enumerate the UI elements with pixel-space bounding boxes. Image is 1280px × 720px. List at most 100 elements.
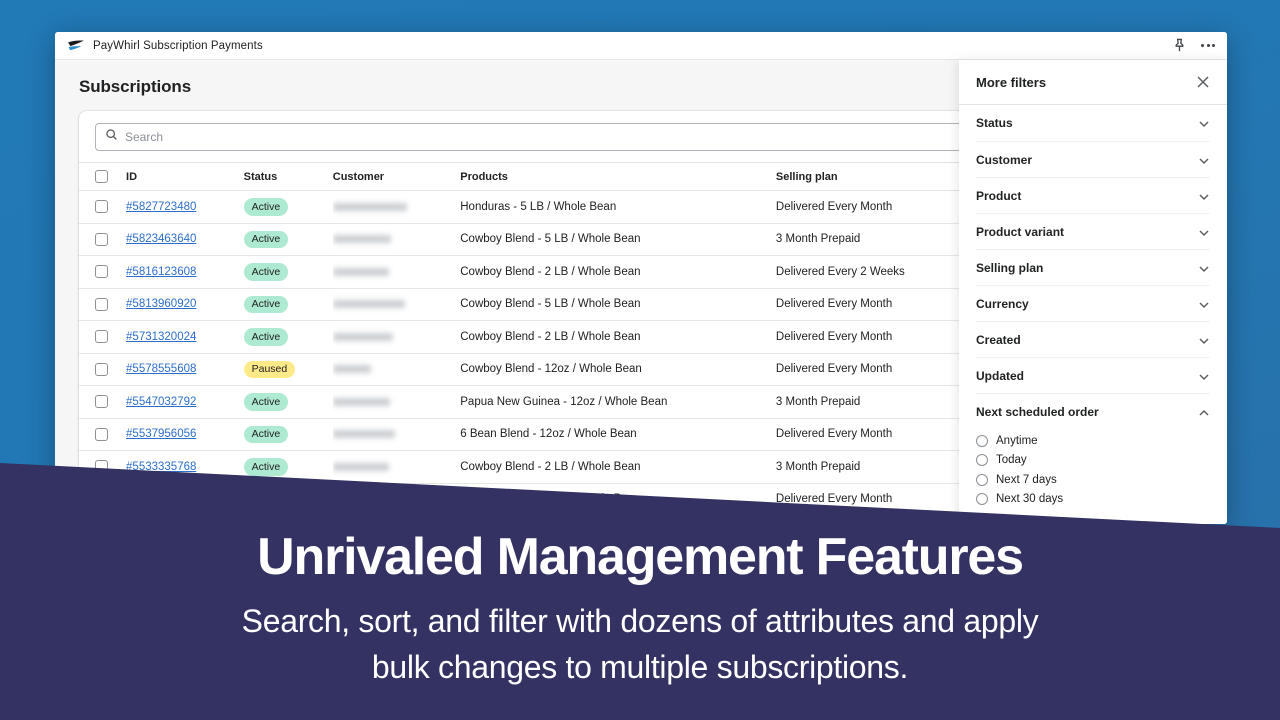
cell-id: #5578555608 [126, 353, 244, 386]
close-icon[interactable] [1196, 75, 1210, 89]
banner-subline-2: bulk changes to multiple subscriptions. [371, 648, 909, 685]
row-checkbox[interactable] [95, 297, 108, 311]
cell-products: Cowboy Blend - 12oz / Whole Bean [460, 353, 776, 386]
filter-section-label: Next scheduled order [976, 404, 1099, 419]
status-badge: Active [243, 230, 289, 248]
cell-status: Active [243, 385, 333, 419]
paywhirl-swoosh-logo-icon [67, 39, 85, 53]
status-badge: Active [243, 393, 289, 411]
cell-id: #5813960920 [126, 288, 244, 321]
radio-option-anytime[interactable]: Anytime [976, 431, 1210, 451]
row-checkbox[interactable] [95, 200, 108, 214]
cell-status: Active [243, 190, 333, 224]
chevron-down-icon [1198, 190, 1210, 202]
row-select-cell [79, 353, 127, 386]
column-header-status[interactable]: Status [243, 162, 333, 191]
row-checkbox[interactable] [95, 265, 108, 279]
radio-button[interactable] [976, 434, 988, 447]
radio-option-next-30-days[interactable]: Next 30 days [976, 490, 1210, 510]
subscription-id-link[interactable]: #5547032792 [126, 396, 196, 408]
subscription-id-link[interactable]: #5827723480 [126, 201, 196, 213]
subscription-id-link[interactable]: #5731320024 [126, 331, 196, 343]
search-input[interactable] [125, 130, 970, 144]
status-badge: Active [243, 328, 289, 346]
cell-customer [332, 190, 461, 224]
radio-option-label: Next 7 days [996, 473, 1057, 486]
row-checkbox[interactable] [95, 427, 108, 441]
row-checkbox[interactable] [95, 232, 108, 246]
cell-products: Honduras - 5 LB / Whole Bean [460, 190, 776, 224]
filter-section-product[interactable]: Product [976, 177, 1210, 213]
cell-products: Cowboy Blend - 2 LB / Whole Bean [460, 450, 776, 484]
subscription-id-link[interactable]: #5816123608 [126, 266, 196, 278]
radio-button[interactable] [976, 493, 988, 506]
filter-section-label: Customer [976, 152, 1033, 167]
drawer-title: More filters [976, 74, 1047, 90]
cell-customer [332, 255, 461, 289]
customer-name-redacted [332, 462, 389, 471]
filter-section-status[interactable]: Status [976, 105, 1210, 141]
drawer-header: More filters [959, 60, 1227, 105]
window-title-actions [1172, 38, 1215, 53]
next-scheduled-order-options: Anytime Today Next 7 days Next 30 days [976, 431, 1210, 509]
column-header-id[interactable]: ID [126, 162, 244, 191]
search-icon [105, 128, 118, 146]
radio-option-label: Anytime [996, 434, 1038, 447]
filter-section-customer[interactable]: Customer [976, 141, 1210, 177]
status-badge: Active [243, 263, 289, 281]
subscription-id-link[interactable]: #5823463640 [126, 233, 196, 245]
search-field[interactable] [95, 123, 980, 151]
customer-name-redacted [332, 267, 389, 276]
filter-section-selling-plan[interactable]: Selling plan [976, 249, 1210, 285]
cell-id: #5731320024 [126, 320, 244, 354]
cell-status: Active [243, 320, 333, 354]
radio-option-label: Today [996, 454, 1027, 467]
banner-subline-1: Search, sort, and filter with dozens of … [241, 603, 1039, 640]
column-header-customer[interactable]: Customer [332, 162, 461, 191]
banner-headline: Unrivaled Management Features [257, 528, 1024, 587]
cell-customer [332, 450, 461, 484]
cell-customer [332, 320, 461, 354]
filter-section-product-variant[interactable]: Product variant [976, 213, 1210, 249]
subscription-id-link[interactable]: #5578555608 [126, 363, 196, 375]
cell-id: #5547032792 [126, 385, 244, 419]
drawer-sections: Status Customer Product Product variant Sell… [959, 105, 1227, 509]
more-options-icon[interactable] [1201, 44, 1215, 47]
filter-section-label: Status [976, 116, 1013, 130]
status-badge: Active [243, 458, 289, 476]
row-select-cell [79, 320, 127, 354]
subscription-id-link[interactable]: #5537956056 [126, 428, 196, 440]
cell-status: Active [243, 288, 333, 321]
window-title: PayWhirl Subscription Payments [93, 39, 263, 52]
filter-section-updated[interactable]: Updated [976, 357, 1210, 393]
more-filters-drawer: More filters Status Customer Product Produc… [959, 60, 1227, 524]
status-badge: Paused [243, 360, 296, 378]
cell-customer [332, 288, 461, 321]
radio-button[interactable] [976, 473, 988, 486]
radio-button[interactable] [976, 454, 988, 467]
filter-section-label: Currency [976, 296, 1029, 311]
chevron-down-icon [1198, 154, 1210, 166]
column-header-products[interactable]: Products [460, 162, 776, 191]
row-checkbox[interactable] [95, 395, 108, 409]
pin-icon[interactable] [1172, 38, 1187, 53]
cell-status: Active [243, 255, 333, 289]
cell-customer [332, 353, 461, 386]
filter-section-created[interactable]: Created [976, 321, 1210, 357]
filter-section-next-scheduled-order[interactable]: Next scheduled order [976, 393, 1210, 429]
subscription-id-link[interactable]: #5813960920 [126, 298, 196, 310]
customer-name-redacted [332, 235, 391, 244]
row-checkbox[interactable] [95, 330, 108, 344]
select-all-checkbox[interactable] [95, 170, 108, 183]
radio-option-today[interactable]: Today [976, 451, 1210, 471]
cell-id: #5827723480 [126, 190, 244, 224]
radio-option-next-7-days[interactable]: Next 7 days [976, 470, 1210, 490]
row-select-cell [79, 418, 127, 451]
cell-customer [332, 418, 461, 451]
row-checkbox[interactable] [95, 362, 108, 376]
cell-customer [332, 223, 461, 256]
filter-section-currency[interactable]: Currency [976, 285, 1210, 321]
row-select-cell [79, 223, 127, 256]
filter-section-label: Selling plan [976, 260, 1044, 275]
cell-id: #5823463640 [126, 223, 244, 256]
